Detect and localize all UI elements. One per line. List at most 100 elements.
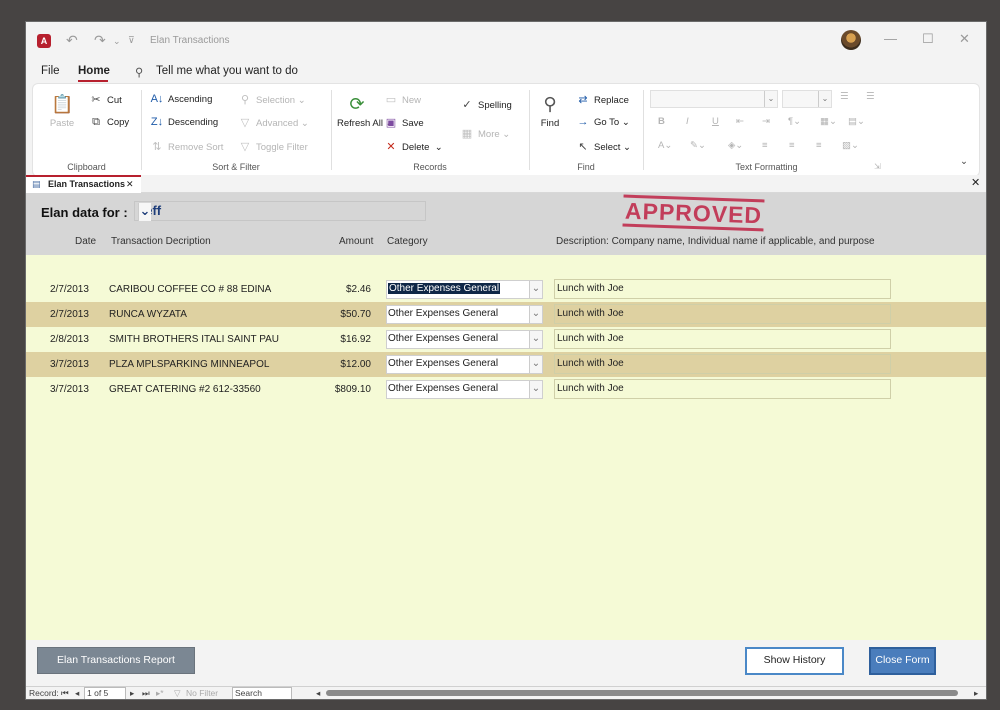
scroll-right-icon[interactable]: ▸: [974, 688, 978, 699]
alternate-row-color-icon[interactable]: ▤⌄: [848, 116, 865, 127]
category-value: Other Expenses General: [388, 283, 501, 294]
column-header-transaction: Transaction Decription: [111, 236, 211, 247]
user-avatar[interactable]: [841, 30, 861, 50]
bold-icon[interactable]: B: [658, 116, 665, 127]
underline-icon[interactable]: U: [712, 116, 719, 127]
increase-indent-icon[interactable]: ⇥: [762, 116, 770, 127]
sort-filter-group-label: Sort & Filter: [212, 162, 260, 172]
description-field[interactable]: Lunch with Joe: [554, 279, 891, 299]
paste-icon: 📋: [51, 94, 74, 114]
close-form-button[interactable]: Close Form: [869, 647, 936, 675]
description-field[interactable]: Lunch with Joe: [554, 354, 891, 374]
close-document-icon[interactable]: ✕: [971, 176, 980, 189]
advanced-button[interactable]: ▽ Advanced ⌄: [238, 116, 309, 129]
minimize-icon[interactable]: —: [884, 31, 897, 46]
elan-transactions-report-button[interactable]: Elan Transactions Report: [37, 647, 195, 674]
last-record-icon[interactable]: ⏭: [142, 688, 150, 699]
font-size-dropdown[interactable]: ⌄: [782, 90, 832, 108]
numbering-icon[interactable]: ☰: [866, 91, 875, 102]
delete-button[interactable]: ✕ Delete ⌄: [384, 140, 442, 153]
chevron-down-icon[interactable]: ⌄: [529, 356, 542, 373]
new-record-button[interactable]: ▭ New: [384, 93, 421, 106]
horizontal-scrollbar-thumb[interactable]: [326, 690, 958, 696]
chevron-down-icon[interactable]: ⌄: [138, 203, 151, 221]
clipboard-group: 📋 Paste ✂ Cut ⧉ Copy Clipboard: [33, 84, 140, 176]
spelling-button[interactable]: ✓ Spelling: [460, 98, 511, 111]
record-label: Record:: [29, 688, 59, 698]
font-name-dropdown[interactable]: ⌄: [650, 90, 778, 108]
chevron-down-icon[interactable]: ⌄: [529, 281, 542, 298]
first-record-icon[interactable]: ⏮: [61, 688, 69, 699]
tab-elan-transactions[interactable]: ▤ Elan Transactions ✕: [26, 175, 141, 193]
select-button[interactable]: ↖ Select ⌄: [576, 140, 631, 153]
category-combo[interactable]: Other Expenses General ⌄: [386, 380, 543, 399]
customize-toolbar-icon[interactable]: ⊽: [128, 35, 135, 46]
gridlines-icon[interactable]: ▦⌄: [820, 116, 837, 127]
bullets-icon[interactable]: ☰: [840, 91, 849, 102]
replace-button[interactable]: ⇄ Replace: [576, 93, 628, 106]
decrease-indent-icon[interactable]: ⇤: [736, 116, 744, 127]
maximize-icon[interactable]: ☐: [922, 31, 934, 47]
more-button[interactable]: ▦ More ⌄: [460, 127, 510, 140]
user-combo[interactable]: Jeff ⌄: [134, 201, 426, 221]
refresh-all-button[interactable]: ⟳ Refresh All ⌄: [337, 94, 394, 129]
menu-file[interactable]: File: [41, 65, 60, 77]
menu-home[interactable]: Home: [78, 65, 110, 77]
spelling-icon: ✓: [462, 99, 472, 111]
copy-button[interactable]: ⧉ Copy: [89, 116, 129, 129]
remove-sort-button[interactable]: ⇅ Remove Sort: [150, 140, 223, 153]
redo-icon[interactable]: ↷: [94, 32, 106, 49]
chevron-down-icon[interactable]: ⌄: [529, 306, 542, 323]
close-window-icon[interactable]: ✕: [959, 31, 970, 47]
redo-dropdown-icon[interactable]: ⌄: [113, 36, 121, 47]
new-blank-record-icon[interactable]: ▸*: [156, 688, 164, 699]
italic-icon[interactable]: I: [686, 116, 689, 127]
toggle-filter-button[interactable]: ▽ Toggle Filter: [238, 140, 308, 153]
category-combo[interactable]: Other Expenses General ⌄: [386, 280, 543, 299]
description-field[interactable]: Lunch with Joe: [554, 329, 891, 349]
conditional-format-icon[interactable]: ▧⌄: [842, 140, 859, 151]
selection-button[interactable]: ⚲ Selection ⌄: [238, 93, 306, 106]
transaction-cell: RUNCA WYZATA: [109, 309, 187, 320]
description-field[interactable]: Lunch with Joe: [554, 379, 891, 399]
category-combo[interactable]: Other Expenses General ⌄: [386, 355, 543, 374]
record-position-input[interactable]: 1 of 5: [84, 687, 126, 699]
chevron-down-icon[interactable]: ⌄: [529, 381, 542, 398]
align-center-icon[interactable]: ≡: [789, 140, 795, 151]
transaction-cell: PLZA MPLSPARKING MINNEAPOL: [109, 359, 270, 370]
tell-me-search[interactable]: Tell me what you want to do: [156, 65, 298, 77]
ascending-button[interactable]: A↓ Ascending: [150, 93, 213, 105]
save-button[interactable]: ▣ Save: [384, 116, 424, 129]
undo-icon[interactable]: ↶: [66, 32, 78, 49]
highlight-icon[interactable]: ✎⌄: [690, 140, 706, 151]
fill-color-icon[interactable]: ◈⌄: [728, 140, 743, 151]
category-combo[interactable]: Other Expenses General ⌄: [386, 305, 543, 324]
category-value: Other Expenses General: [388, 358, 499, 369]
chevron-down-icon[interactable]: ⌄: [529, 331, 542, 348]
description-value: Lunch with Joe: [557, 333, 624, 344]
next-record-icon[interactable]: ▸: [130, 688, 134, 699]
search-icon[interactable]: ⚲: [135, 65, 143, 79]
category-combo[interactable]: Other Expenses General ⌄: [386, 330, 543, 349]
align-right-icon[interactable]: ≡: [816, 140, 822, 151]
font-color-icon[interactable]: A⌄: [658, 140, 672, 151]
date-cell: 2/8/2013: [50, 334, 89, 345]
copy-icon: ⧉: [92, 116, 100, 128]
previous-record-icon[interactable]: ◂: [75, 688, 79, 699]
cut-button[interactable]: ✂ Cut: [89, 93, 121, 106]
no-filter-indicator[interactable]: No Filter: [186, 688, 218, 698]
sort-descending-icon: Z↓: [150, 116, 164, 128]
find-button[interactable]: ⚲ Find: [535, 94, 565, 129]
close-tab-icon[interactable]: ✕: [126, 177, 134, 192]
collapse-ribbon-icon[interactable]: ⌄: [960, 156, 968, 167]
go-to-button[interactable]: → Go To ⌄: [576, 116, 630, 128]
paragraph-direction-icon[interactable]: ¶⌄: [788, 116, 801, 127]
record-search-input[interactable]: Search: [232, 687, 292, 699]
descending-button[interactable]: Z↓ Descending: [150, 116, 218, 128]
paste-button[interactable]: 📋 Paste: [45, 94, 79, 129]
dialog-launcher-icon[interactable]: ⇲: [874, 162, 881, 171]
align-left-icon[interactable]: ≡: [762, 140, 768, 151]
scroll-left-icon[interactable]: ◂: [316, 688, 320, 699]
show-history-button[interactable]: Show History: [745, 647, 844, 675]
description-field[interactable]: Lunch with Joe: [554, 304, 891, 324]
